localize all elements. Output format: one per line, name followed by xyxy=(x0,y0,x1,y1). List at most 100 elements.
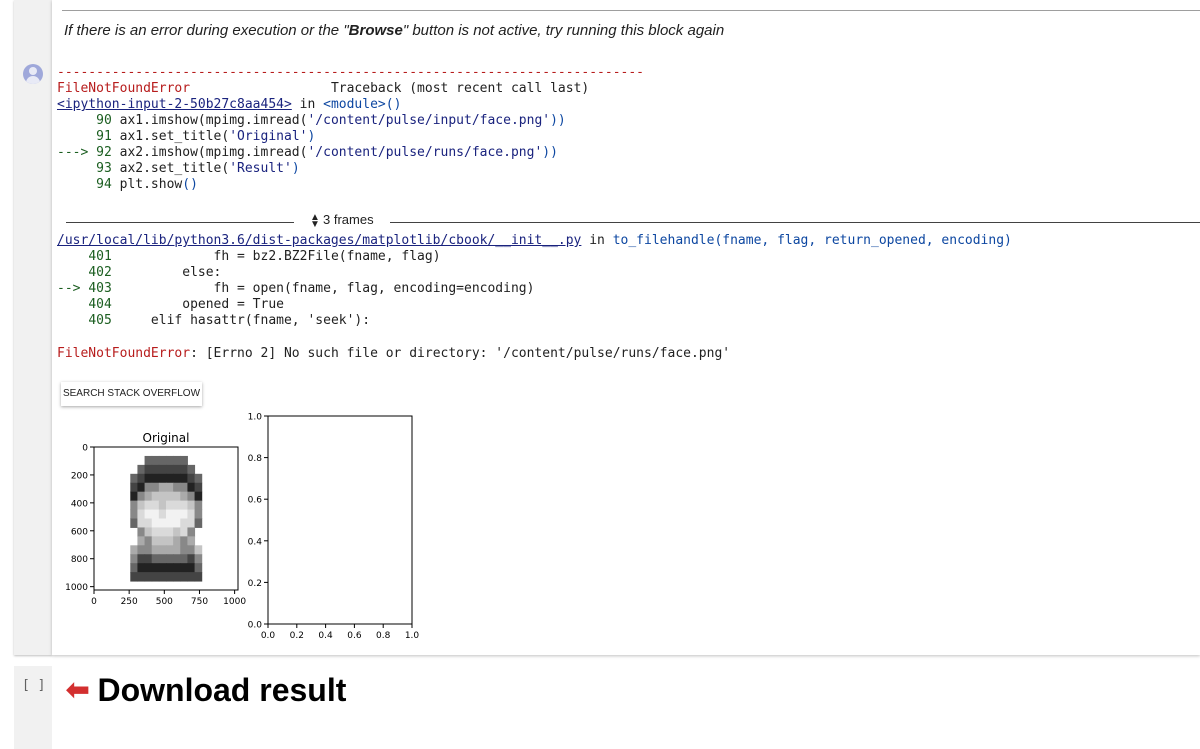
face-pixel xyxy=(158,455,167,466)
face-pixel xyxy=(180,455,188,466)
face-pixel xyxy=(151,563,160,573)
face-pixel xyxy=(194,482,203,493)
code-text: ax2.imshow(mpimg.imread( xyxy=(111,145,308,160)
code-text: else: xyxy=(111,265,222,280)
face-pixel xyxy=(173,464,181,475)
face-pixel xyxy=(144,572,153,582)
left-y-tick-label: 1000 xyxy=(65,583,88,593)
code-text: ax1.set_title( xyxy=(111,129,230,144)
face-pixel xyxy=(158,500,167,511)
left-y-tick-label: 0 xyxy=(82,444,88,454)
face-pixel xyxy=(180,527,188,537)
line-arrow xyxy=(57,161,96,176)
face-pixel xyxy=(166,536,174,546)
face-pixel xyxy=(166,455,174,466)
face-pixel xyxy=(166,572,174,582)
module-parens: () xyxy=(385,97,402,112)
left-x-tick-label: 250 xyxy=(121,597,138,607)
face-pixel xyxy=(137,545,146,555)
frames-divider-left xyxy=(66,222,294,223)
code-line: 404 opened = True xyxy=(57,297,284,312)
right-y-tick-label: 1.0 xyxy=(248,413,263,423)
face-pixel xyxy=(194,500,203,511)
output-user-icon[interactable] xyxy=(23,64,43,84)
right-y-tick-label: 0.4 xyxy=(248,537,263,547)
right-x-tick-label: 1.0 xyxy=(405,631,420,641)
left-y-tick-label: 800 xyxy=(71,555,88,565)
ipython-input-link[interactable]: <ipython-input-2-50b27c8aa454> xyxy=(57,97,292,112)
face-pixel xyxy=(194,563,203,573)
traceback-location: <ipython-input-2-50b27c8aa454> in <modul… xyxy=(57,97,401,112)
left-x-tick-label: 500 xyxy=(156,597,173,607)
line-number: 402 xyxy=(88,265,112,280)
face-pixel xyxy=(144,563,153,573)
line-number: 92 xyxy=(96,145,112,160)
face-pixel xyxy=(173,518,181,528)
right-x-tick-label: 0.8 xyxy=(376,631,391,641)
face-pixel xyxy=(137,509,146,519)
right-y-tick-label: 0.2 xyxy=(248,579,262,589)
face-pixel xyxy=(187,527,196,537)
face-pixel xyxy=(158,482,167,493)
face-pixel xyxy=(173,500,181,511)
line-number: 93 xyxy=(96,161,112,176)
func-name: to_filehandle xyxy=(612,233,715,248)
face-pixel xyxy=(130,518,138,528)
code-text: fh = open(fname, flag, encoding=encoding… xyxy=(111,281,535,296)
face-pixel xyxy=(144,536,153,546)
note-text-pre: If there is an error during execution or… xyxy=(64,22,349,39)
face-pixel xyxy=(151,545,160,555)
search-stack-overflow-button[interactable]: SEARCH STACK OVERFLOW xyxy=(61,382,202,406)
final-error-message: : [Errno 2] No such file or directory: '… xyxy=(190,346,731,361)
face-pixel xyxy=(180,554,188,564)
face-pixel xyxy=(137,518,146,528)
code-end: )) xyxy=(542,145,558,160)
face-pixel xyxy=(151,527,160,537)
left-x-tick-label: 750 xyxy=(191,597,208,607)
code-line: 401 fh = bz2.BZ2File(fname, flag) xyxy=(57,249,440,264)
line-arrow xyxy=(57,313,88,328)
face-pixel xyxy=(144,554,153,564)
module-name: <module> xyxy=(323,97,386,112)
face-pixel xyxy=(158,518,167,528)
left-y-tick-label: 600 xyxy=(71,527,88,537)
face-pixel xyxy=(137,536,146,546)
expand-chevron-icon: ▲ ▼ xyxy=(310,211,320,230)
code-text: ax2.set_title( xyxy=(111,161,230,176)
face-pixel xyxy=(130,554,138,564)
face-pixel xyxy=(173,527,181,537)
face-pixel xyxy=(144,518,153,528)
frames-toggle[interactable]: ▲ ▼ 3 frames xyxy=(310,211,374,230)
file-link[interactable]: /usr/local/lib/python3.6/dist-packages/m… xyxy=(57,233,581,248)
code-text: plt.show xyxy=(111,177,183,192)
face-pixel xyxy=(166,464,174,475)
left-y-tick-label: 200 xyxy=(71,471,88,481)
line-number: 404 xyxy=(88,297,112,312)
code-line: 402 else: xyxy=(57,265,221,280)
line-arrow: ---> xyxy=(57,145,97,160)
error-name: FileNotFoundError xyxy=(57,81,191,96)
face-pixel xyxy=(187,509,196,519)
face-pixel xyxy=(187,563,196,573)
face-pixel xyxy=(166,482,174,493)
left-plot-title: Original xyxy=(143,431,190,445)
face-pixel xyxy=(180,536,188,546)
face-pixel xyxy=(130,545,138,555)
right-y-tick-label: 0.8 xyxy=(248,454,263,464)
code-line: 91 ax1.set_title('Original') xyxy=(57,129,315,144)
face-pixel xyxy=(187,536,196,546)
face-pixel xyxy=(194,545,203,555)
line-number: 90 xyxy=(96,113,112,128)
face-pixel xyxy=(166,500,174,511)
face-pixel xyxy=(180,509,188,519)
final-error-line: FileNotFoundError: [Errno 2] No such fil… xyxy=(57,346,730,361)
face-pixel xyxy=(144,527,153,537)
code-line: 94 plt.show() xyxy=(57,177,198,192)
face-pixel xyxy=(166,563,174,573)
left-x-tick-label: 1000 xyxy=(223,597,246,607)
face-pixel xyxy=(151,464,160,475)
face-pixel xyxy=(173,554,181,564)
face-pixel xyxy=(130,473,138,484)
run-cell-bracket[interactable]: [ ] xyxy=(22,678,45,693)
face-pixel xyxy=(187,572,196,582)
